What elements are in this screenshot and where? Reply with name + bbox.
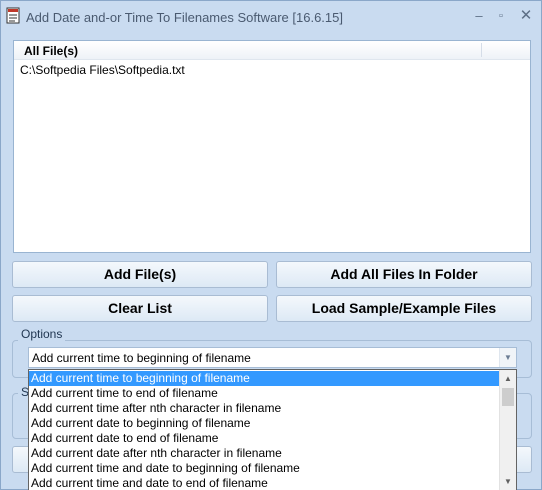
close-button[interactable]: ✕ <box>516 7 536 25</box>
title-bar[interactable]: Add Date and-or Time To Filenames Softwa… <box>1 1 541 33</box>
dropdown-item[interactable]: Add current time and date to beginning o… <box>29 461 500 476</box>
file-list-row[interactable]: C:\Softpedia Files\Softpedia.txt <box>20 63 185 77</box>
list-header: All File(s) <box>14 41 530 60</box>
chevron-down-icon[interactable]: ▼ <box>499 348 516 367</box>
file-list[interactable]: All File(s) C:\Softpedia Files\Softpedia… <box>13 40 531 253</box>
column-header-all-files[interactable]: All File(s) <box>24 44 78 58</box>
scroll-up-arrow-icon[interactable]: ▲ <box>500 370 516 387</box>
minimize-button[interactable]: – <box>469 7 489 25</box>
dropdown-item[interactable]: Add current date to beginning of filenam… <box>29 416 500 431</box>
dropdown-item[interactable]: Add current date to end of filename <box>29 431 500 446</box>
dropdown-scrollbar[interactable]: ▲ ▼ <box>499 370 516 490</box>
column-separator[interactable] <box>481 43 482 57</box>
load-sample-files-button[interactable]: Load Sample/Example Files <box>276 295 532 322</box>
scroll-down-arrow-icon[interactable]: ▼ <box>500 473 516 490</box>
combobox-selected-value: Add current time to beginning of filenam… <box>32 351 251 365</box>
main-window: Add Date and-or Time To Filenames Softwa… <box>0 0 542 490</box>
dropdown-item[interactable]: Add current date after nth character in … <box>29 446 500 461</box>
options-legend: Options <box>18 327 66 341</box>
clear-list-button[interactable]: Clear List <box>12 295 268 322</box>
add-all-files-in-folder-button[interactable]: Add All Files In Folder <box>276 261 532 288</box>
maximize-button[interactable]: ▫ <box>491 7 511 25</box>
scrollbar-thumb[interactable] <box>502 388 514 406</box>
app-document-icon <box>6 7 20 24</box>
add-files-button[interactable]: Add File(s) <box>12 261 268 288</box>
window-title: Add Date and-or Time To Filenames Softwa… <box>26 10 343 25</box>
dropdown-item[interactable]: Add current time to end of filename <box>29 386 500 401</box>
dropdown-item[interactable]: Add current time and date to end of file… <box>29 476 500 490</box>
options-combobox[interactable]: Add current time to beginning of filenam… <box>28 347 517 368</box>
options-dropdown-list[interactable]: Add current time to beginning of filenam… <box>28 369 517 490</box>
dropdown-item[interactable]: Add current time to beginning of filenam… <box>29 371 500 386</box>
dropdown-item[interactable]: Add current time after nth character in … <box>29 401 500 416</box>
